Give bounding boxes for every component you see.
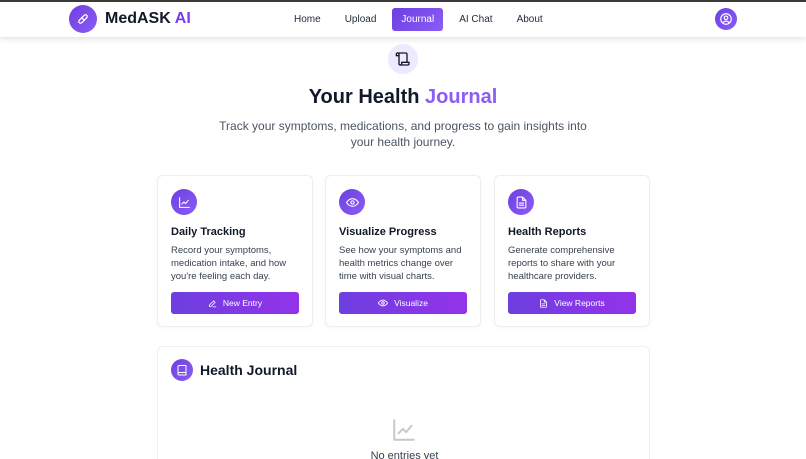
pill-icon [69, 5, 97, 33]
eye-icon [339, 189, 365, 215]
nav-upload[interactable]: Upload [337, 8, 385, 31]
brand-name-text: MedASK [105, 10, 171, 27]
page-title: Your Health Journal [0, 86, 806, 109]
user-circle-icon [720, 13, 732, 25]
daily-tracking-card: Daily Tracking Record your symptoms, med… [157, 175, 313, 327]
chart-line-icon [391, 417, 417, 448]
navbar: MedASK AI Home Upload Journal AI Chat Abo… [0, 2, 806, 37]
user-profile-button[interactable] [715, 8, 737, 30]
brand-ai-text: AI [174, 10, 191, 27]
section-title: Health Journal [200, 362, 298, 378]
card-title: Health Reports [508, 226, 587, 238]
brand[interactable]: MedASK AI [69, 5, 191, 33]
document-icon [540, 298, 548, 308]
nav-about[interactable]: About [509, 8, 551, 31]
visualize-button[interactable]: Visualize [339, 292, 467, 314]
health-reports-card: Health Reports Generate comprehensive re… [494, 175, 650, 327]
chart-line-icon [171, 189, 197, 215]
page-title-main: Your Health [308, 86, 420, 108]
nav-journal[interactable]: Journal [392, 8, 444, 31]
page-title-accent: Journal [425, 86, 498, 108]
card-title: Daily Tracking [171, 226, 246, 238]
new-entry-label: New Entry [222, 298, 263, 308]
document-icon [508, 189, 534, 215]
new-entry-button[interactable]: New Entry [171, 292, 299, 314]
view-reports-button[interactable]: View Reports [508, 292, 636, 314]
card-description: Record your symptoms, medication intake,… [171, 245, 287, 282]
brand-name: MedASK AI [105, 10, 191, 28]
page-subtitle: Track your symptoms, medications, and pr… [219, 119, 587, 149]
pencil-icon [208, 299, 217, 307]
nav-links: Home Upload Journal AI Chat About [286, 8, 559, 31]
view-reports-label: View Reports [554, 298, 605, 308]
card-description: See how your symptoms and health metrics… [339, 245, 462, 282]
scroll-icon [388, 44, 418, 74]
visualize-label: Visualize [394, 298, 428, 308]
health-journal-section: Health Journal No entries yet [157, 346, 650, 459]
card-title: Visualize Progress [339, 226, 437, 238]
visualize-progress-card: Visualize Progress See how your symptoms… [325, 175, 481, 327]
empty-state-text: No entries yet [370, 450, 439, 459]
card-description: Generate comprehensive reports to share … [508, 245, 616, 282]
eye-icon [378, 299, 389, 307]
nav-ai-chat[interactable]: AI Chat [451, 8, 500, 31]
nav-home[interactable]: Home [286, 8, 329, 31]
book-icon [171, 359, 193, 381]
